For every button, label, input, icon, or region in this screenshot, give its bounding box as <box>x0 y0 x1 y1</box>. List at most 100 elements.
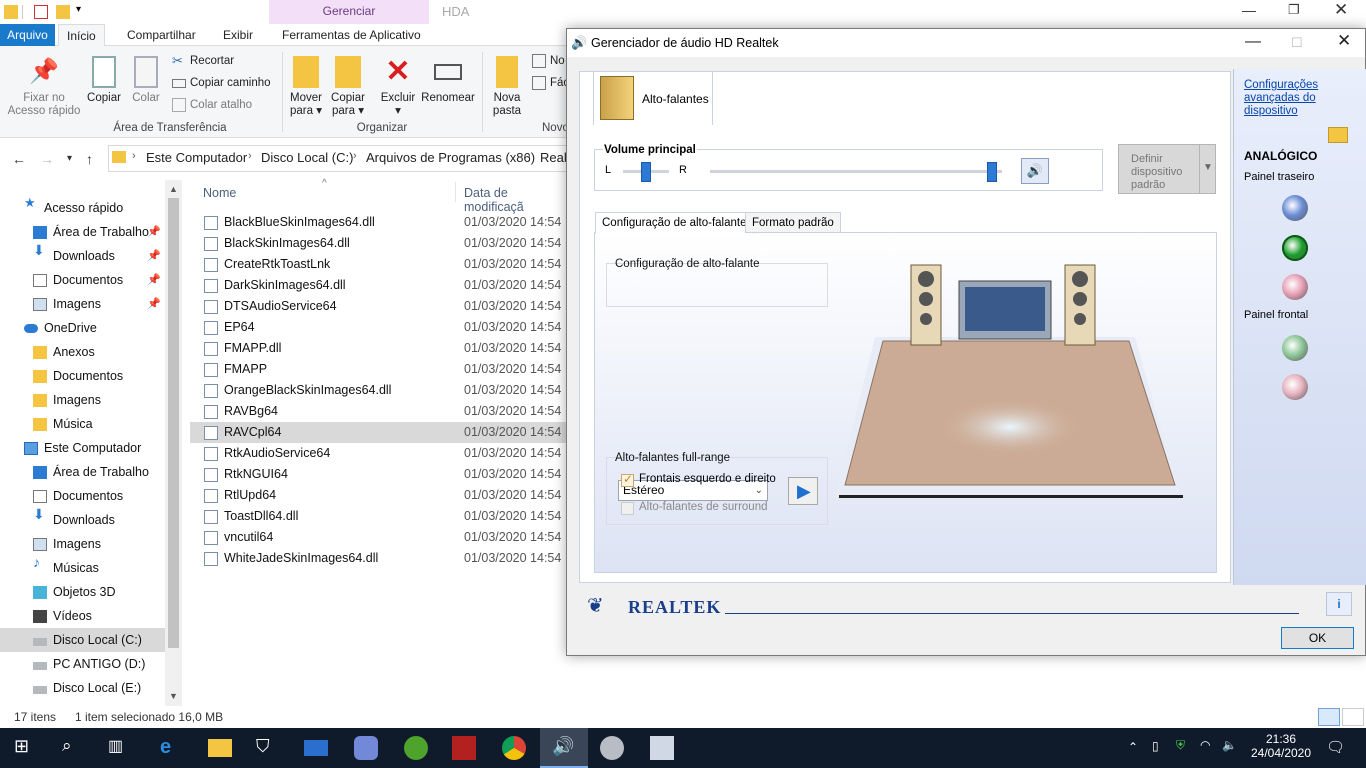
details-view-icon[interactable] <box>1318 708 1340 726</box>
file-row[interactable]: DarkSkinImages64.dll 01/03/2020 14:54 <box>190 275 566 296</box>
rear-jack-blue[interactable] <box>1282 195 1308 221</box>
utorrent-icon[interactable] <box>404 736 428 760</box>
paste-button[interactable]: Colar <box>128 56 164 105</box>
move-to-button[interactable]: Mover para ▾ <box>286 56 326 118</box>
nav-item[interactable]: ⬇ Downloads <box>0 507 165 532</box>
new-folder-icon[interactable] <box>56 5 70 19</box>
rear-jack-green[interactable] <box>1282 235 1308 261</box>
delete-button[interactable]: ✕ Excluir ▾ <box>378 56 418 118</box>
folder-icon[interactable] <box>1328 127 1348 143</box>
scroll-up-icon[interactable]: ▲ <box>169 184 178 194</box>
recent-chevron-icon[interactable]: ▾ <box>67 153 72 164</box>
copy-to-button[interactable]: Copiar para ▾ <box>328 56 368 118</box>
file-row[interactable]: CreateRtkToastLnk 01/03/2020 14:54 <box>190 254 566 275</box>
breadcrumb-item[interactable]: Arquivos de Programas (x86) <box>366 150 535 165</box>
chevron-down-icon[interactable]: ▾ <box>76 4 81 15</box>
copy-path-button[interactable]: Copiar caminho <box>170 73 271 93</box>
folder-icon[interactable] <box>4 5 18 19</box>
tab-file[interactable]: Arquivo <box>0 24 55 46</box>
nav-item[interactable]: Área de Trabalho 📌 <box>0 220 165 244</box>
nav-item[interactable]: Disco Local (C:) <box>0 628 165 652</box>
advanced-settings-link[interactable]: Configurações avançadas do dispositivo <box>1244 79 1354 118</box>
file-row[interactable]: RAVCpl64 01/03/2020 14:54 <box>190 422 566 443</box>
nav-item[interactable]: ⬇ Downloads 📌 <box>0 243 165 268</box>
disc-icon[interactable] <box>600 736 624 760</box>
nav-item[interactable]: Objetos 3D <box>0 580 165 604</box>
chrome-icon[interactable] <box>502 736 526 760</box>
close-icon[interactable]: ✕ <box>1337 31 1351 51</box>
nav-item[interactable]: Anexos <box>0 340 165 364</box>
file-row[interactable]: FMAPP 01/03/2020 14:54 <box>190 359 566 380</box>
volume-icon[interactable]: 🔈 <box>1222 738 1237 752</box>
file-row[interactable]: DTSAudioService64 01/03/2020 14:54 <box>190 296 566 317</box>
file-row[interactable]: WhiteJadeSkinImages64.dll 01/03/2020 14:5… <box>190 548 566 569</box>
task-view-icon[interactable]: ▥ <box>108 736 132 760</box>
nav-item[interactable]: Disco Local (E:) <box>0 676 165 700</box>
breadcrumb-item[interactable]: Disco Local (C:) <box>261 150 353 165</box>
file-row[interactable]: BlackSkinImages64.dll 01/03/2020 14:54 <box>190 233 566 254</box>
tab-home[interactable]: Início <box>58 24 105 46</box>
minimize-icon[interactable]: — <box>1242 2 1256 18</box>
minimize-icon[interactable]: — <box>1245 33 1261 51</box>
file-row[interactable]: RAVBg64 01/03/2020 14:54 <box>190 401 566 422</box>
file-row[interactable]: RtkNGUI64 01/03/2020 14:54 <box>190 464 566 485</box>
nav-item[interactable]: Música <box>0 412 165 436</box>
easy-access-button[interactable]: Fác <box>530 73 569 93</box>
nav-item[interactable]: Imagens 📌 <box>0 292 165 316</box>
file-row[interactable]: EP64 01/03/2020 14:54 <box>190 317 566 338</box>
info-button[interactable]: i <box>1326 592 1352 616</box>
front-jack-green[interactable] <box>1282 335 1308 361</box>
new-item-button[interactable]: No <box>530 51 565 71</box>
tab-default-format[interactable]: Formato padrão <box>745 212 841 233</box>
nav-item[interactable]: PC ANTIGO (D:) <box>0 652 165 676</box>
rear-jack-pink[interactable] <box>1282 274 1308 300</box>
nav-item[interactable]: Documentos <box>0 484 165 508</box>
properties-icon[interactable] <box>34 5 48 19</box>
copy-button[interactable]: Copiar <box>84 56 124 105</box>
back-arrow-icon[interactable]: ← <box>12 151 26 167</box>
file-row[interactable]: ToastDll64.dll 01/03/2020 14:54 <box>190 506 566 527</box>
nav-item[interactable]: Documentos <box>0 364 165 388</box>
system-monitor-icon[interactable] <box>650 736 674 760</box>
nav-item[interactable]: Imagens <box>0 388 165 412</box>
discord-icon[interactable] <box>354 736 378 760</box>
ok-button[interactable]: OK <box>1281 627 1354 649</box>
edge-icon[interactable]: e <box>160 736 184 760</box>
rename-button[interactable]: Renomear <box>420 56 476 105</box>
set-default-device-button[interactable]: Definir dispositivo padrão ▼ <box>1118 144 1216 194</box>
tab-speakers[interactable]: Alto-falantes <box>593 71 713 125</box>
balance-slider[interactable] <box>641 162 651 182</box>
usb-icon[interactable]: ▯ <box>1152 739 1159 753</box>
pin-button[interactable]: 📌 Fixar no Acesso rápido <box>6 56 82 118</box>
new-folder-button[interactable]: Nova pasta <box>488 56 526 118</box>
nav-item[interactable]: Imagens <box>0 532 165 556</box>
volume-slider[interactable] <box>987 162 997 182</box>
video-editor-icon[interactable] <box>452 736 476 760</box>
large-icons-view-icon[interactable] <box>1342 708 1364 726</box>
file-row[interactable]: vncutil64 01/03/2020 14:54 <box>190 527 566 548</box>
column-header-name[interactable]: Nome <box>203 186 236 200</box>
nav-item[interactable]: ★ Acesso rápido <box>0 196 165 220</box>
close-icon[interactable]: ✕ <box>1334 0 1348 20</box>
tray-chevron-up-icon[interactable]: ⌃ <box>1128 740 1138 754</box>
front-lr-checkbox[interactable]: ✓ <box>621 472 634 487</box>
scroll-down-icon[interactable]: ▼ <box>169 691 178 701</box>
file-row[interactable]: BlackBlueSkinImages64.dll 01/03/2020 14:5… <box>190 212 566 233</box>
nav-item[interactable]: ♪ Músicas <box>0 555 165 580</box>
restore-icon[interactable]: ❐ <box>1288 2 1300 18</box>
tab-view[interactable]: Exibir <box>215 24 261 46</box>
nav-scrollbar-thumb[interactable] <box>168 198 179 648</box>
breadcrumb-item[interactable]: Realt <box>540 150 566 165</box>
mute-button[interactable]: 🔊 <box>1021 158 1049 184</box>
column-header-date[interactable]: Data de modificaçã <box>464 186 566 214</box>
mail-icon[interactable] <box>304 740 328 756</box>
file-explorer-icon[interactable] <box>208 739 232 757</box>
paste-shortcut-button[interactable]: Colar atalho <box>170 95 252 115</box>
clock[interactable]: 21:36 24/04/2020 <box>1250 732 1312 760</box>
wifi-icon[interactable]: ◠ <box>1200 738 1210 752</box>
tab-share[interactable]: Compartilhar <box>119 24 204 46</box>
nav-item[interactable]: Área de Trabalho <box>0 460 165 484</box>
file-row[interactable]: FMAPP.dll 01/03/2020 14:54 <box>190 338 566 359</box>
tab-speaker-config[interactable]: Configuração de alto-falante <box>595 212 754 234</box>
nav-item[interactable]: OneDrive <box>0 316 165 340</box>
